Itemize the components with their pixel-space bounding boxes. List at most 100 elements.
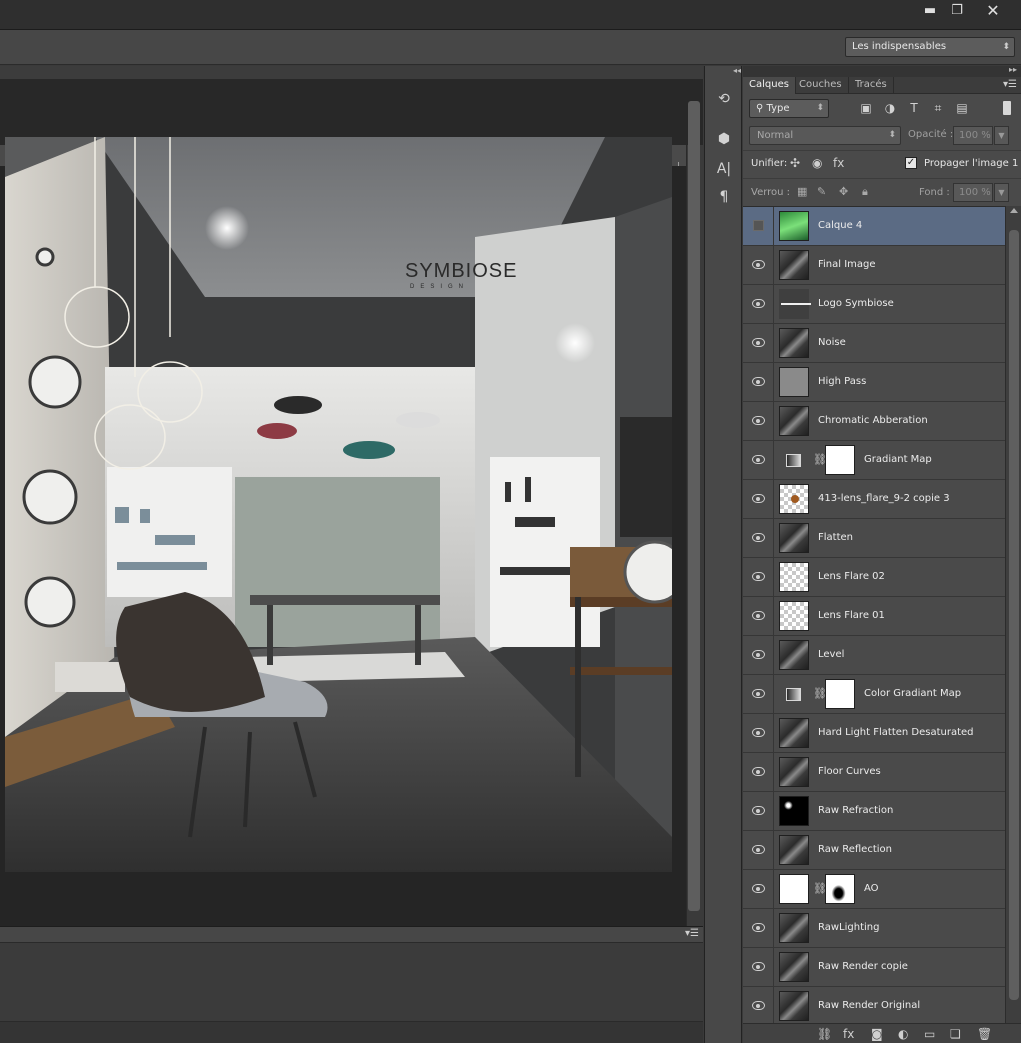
layers-scrollbar-thumb[interactable] [1009,230,1019,1000]
panel-menu-icon[interactable]: ▾☰ [1003,79,1017,90]
visibility-toggle[interactable] [743,792,774,830]
visibility-toggle[interactable] [743,909,774,947]
blend-mode-select[interactable]: Normal ⬍ [749,126,901,145]
layer-thumbnail[interactable] [779,952,809,982]
layer-thumbnail[interactable] [779,523,809,553]
layer-row[interactable]: 413-lens_flare_9-2 copie 3 [743,480,1005,519]
visibility-toggle[interactable] [743,870,774,908]
layer-row[interactable]: Final Image [743,246,1005,285]
new-adjustment-icon[interactable]: ◐ [898,1027,908,1041]
layer-row[interactable]: Hard Light Flatten Desaturated [743,714,1005,753]
layer-row[interactable]: Noise [743,324,1005,363]
tab-couches[interactable]: Couches [793,77,849,94]
pixel-filter-icon[interactable]: ▣ [859,101,873,115]
delete-layer-icon[interactable]: 🗑︎ [977,1027,992,1041]
layer-thumbnail[interactable] [779,874,809,904]
opacity-input[interactable]: 100 % [953,126,993,145]
layer-row[interactable]: Flatten [743,519,1005,558]
collapse-right-icon[interactable]: ▸▸ [1009,65,1017,74]
layer-row[interactable]: Raw Refraction [743,792,1005,831]
visibility-toggle[interactable] [743,402,774,440]
layer-row[interactable]: Raw Reflection [743,831,1005,870]
layer-thumbnail[interactable] [779,601,809,631]
layer-row[interactable]: ⛓ Color Gradiant Map [743,675,1005,714]
layer-thumbnail[interactable] [779,211,809,241]
fx-icon[interactable]: fx [843,1027,854,1041]
layer-thumbnail[interactable] [779,289,811,319]
tab-calques[interactable]: Calques [743,77,796,94]
visibility-toggle[interactable] [743,324,774,362]
layer-row[interactable]: Lens Flare 02 [743,558,1005,597]
layer-row[interactable]: ⛓ AO [743,870,1005,909]
visibility-toggle[interactable] [743,636,774,674]
visibility-toggle[interactable] [743,753,774,791]
layer-row[interactable]: Chromatic Abberation [743,402,1005,441]
visibility-toggle[interactable] [743,246,774,284]
filter-toggle-switch[interactable] [1003,101,1011,115]
lock-position-icon[interactable]: ✥ [839,185,848,198]
shape-filter-icon[interactable]: ⌗ [931,101,945,115]
layer-filter-select[interactable]: ⚲ Type ⬍ [749,99,829,118]
history-icon[interactable]: ⟲ [713,88,735,110]
layer-row[interactable]: Level [743,636,1005,675]
layer-row[interactable]: Logo Symbiose [743,285,1005,324]
tab-traces[interactable]: Tracés [849,77,894,94]
fill-dropdown-icon[interactable]: ▼ [994,183,1009,202]
link-layers-icon[interactable]: ⛓ [817,1027,832,1041]
layer-row[interactable]: ⛓ Gradiant Map [743,441,1005,480]
layer-thumbnail[interactable] [779,367,809,397]
layer-thumbnail[interactable] [779,991,809,1021]
lock-all-icon[interactable]: 🔒︎ [862,185,868,199]
visibility-toggle[interactable] [743,558,774,596]
fill-input[interactable]: 100 % [953,183,993,202]
paragraph-icon[interactable]: ¶ [713,186,735,208]
layer-row[interactable]: High Pass [743,363,1005,402]
visibility-toggle[interactable] [743,441,774,479]
visibility-toggle[interactable] [743,285,774,323]
character-icon[interactable]: A| [713,158,735,180]
layer-thumbnail[interactable] [779,484,809,514]
layer-row[interactable]: Calque 4 [743,207,1005,246]
bottom-panel-scrollbar[interactable] [0,1021,703,1043]
layer-row[interactable]: Raw Render Original [743,987,1005,1023]
new-group-icon[interactable]: ▭ [924,1027,935,1041]
visibility-toggle[interactable] [743,480,774,518]
visibility-toggle[interactable] [743,987,774,1023]
collapse-left-icon[interactable]: ◂◂ [733,66,741,75]
visibility-toggle[interactable] [743,831,774,869]
layer-thumbnail[interactable] [779,835,809,865]
layer-row[interactable]: Raw Render copie [743,948,1005,987]
lock-pixels-icon[interactable]: ✎ [817,185,826,198]
layers-scrollbar[interactable] [1005,206,1021,1023]
visibility-toggle[interactable] [743,714,774,752]
propagate-checkbox[interactable]: ✓ [905,157,917,169]
new-layer-icon[interactable]: ❏ [950,1027,961,1041]
scroll-up-icon[interactable] [1010,208,1018,213]
visibility-toggle[interactable] [743,363,774,401]
layer-thumbnail[interactable] [779,640,809,670]
add-mask-icon[interactable]: ◙ [871,1027,883,1041]
type-filter-icon[interactable]: T [907,101,921,115]
canvas-artwork[interactable]: SYMBIOSE DESIGN [5,137,672,872]
layer-thumbnail[interactable] [779,406,809,436]
layer-thumbnail[interactable] [779,796,809,826]
lock-transparency-icon[interactable]: ▦ [797,185,807,198]
visibility-toggle[interactable] [743,519,774,557]
layer-thumbnail[interactable] [779,913,809,943]
layer-row[interactable]: Floor Curves [743,753,1005,792]
layer-mask-thumbnail[interactable] [825,874,855,904]
vertical-scrollbar-thumb[interactable] [688,101,700,911]
unify-position-icon[interactable]: ✣ [790,156,800,170]
layer-row[interactable]: Lens Flare 01 [743,597,1005,636]
visibility-toggle[interactable] [743,948,774,986]
visibility-toggle[interactable] [743,207,774,245]
layer-thumbnail[interactable] [779,562,809,592]
layer-mask-thumbnail[interactable] [825,445,855,475]
adjustment-filter-icon[interactable]: ◑ [883,101,897,115]
layer-thumbnail[interactable] [779,250,809,280]
layer-row[interactable]: RawLighting [743,909,1005,948]
unify-style-icon[interactable]: fx [833,156,844,170]
layer-mask-thumbnail[interactable] [825,679,855,709]
3d-cube-icon[interactable]: ⬢ [713,128,735,150]
smartobject-filter-icon[interactable]: ▤ [955,101,969,115]
